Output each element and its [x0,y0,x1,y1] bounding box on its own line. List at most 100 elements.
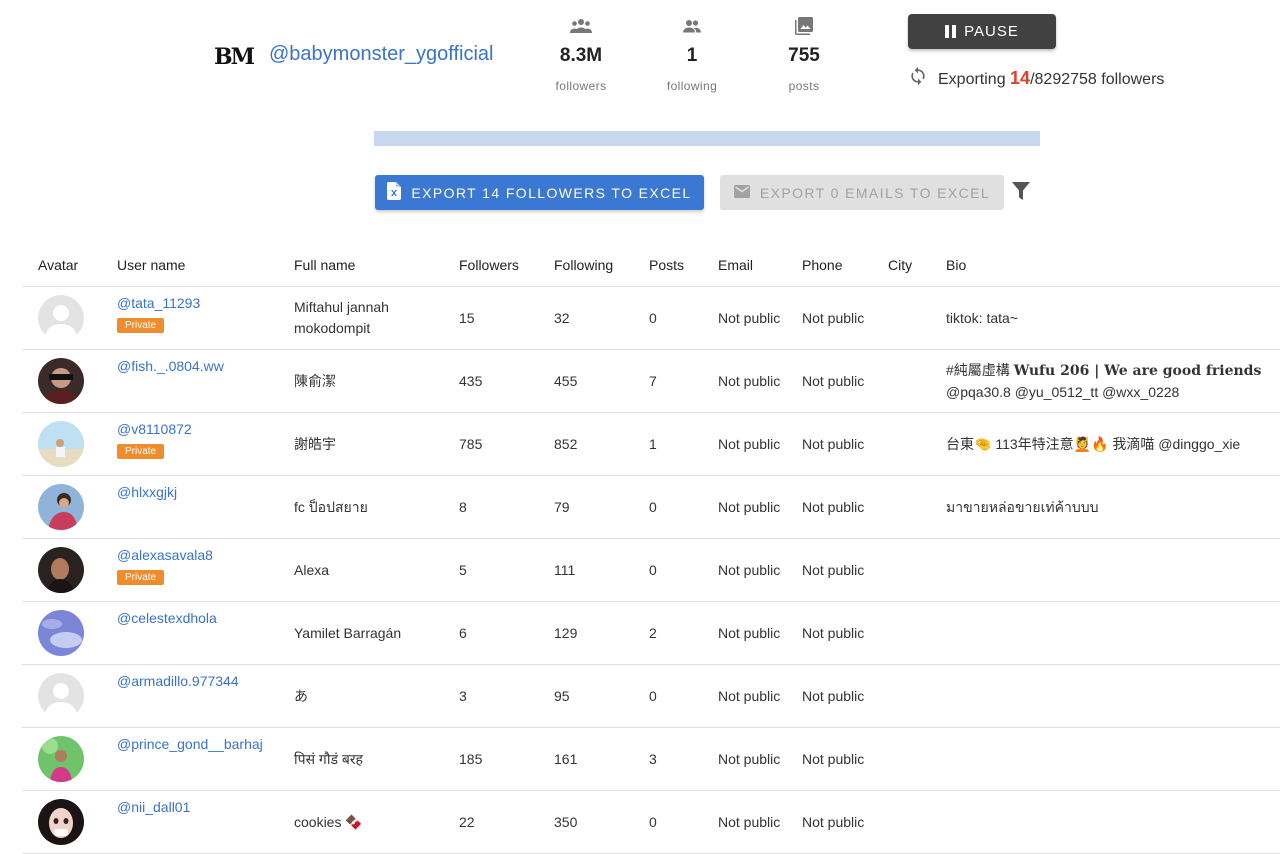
fullname-cell: Yamilet Barragán [294,601,459,665]
followers-label: followers [555,79,607,93]
phone-cell: Not public [802,601,888,665]
followers-cell: 8 [459,475,554,539]
username-link[interactable]: @v8110872 [117,419,294,439]
username-link[interactable]: @prince_gond__barhaj [117,734,294,754]
following-cell: 95 [554,664,649,728]
phone-cell: Not public [802,286,888,350]
avatar[interactable] [38,673,84,719]
fullname-cell: 謝皓宇 [294,412,459,476]
export-emails-label: EXPORT 0 EMAILS TO EXCEL [759,184,991,201]
header-posts[interactable]: Posts [649,243,718,287]
export-followers-button[interactable]: EXPORT 14 FOLLOWERS TO EXCEL [375,175,704,210]
phone-cell: Not public [802,475,888,539]
brand-logo: BM [214,44,255,70]
phone-cell: Not public [802,664,888,728]
fullname-cell: fc ป็อปสยาย [294,475,459,539]
header-avatar[interactable]: Avatar [22,243,117,287]
username-link[interactable]: @hlxxgjkj [117,482,294,502]
email-cell: Not public [718,349,802,413]
private-badge: Private [117,570,165,585]
city-cell [888,475,946,539]
email-cell: Not public [718,601,802,665]
following-cell: 32 [554,286,649,350]
pause-button[interactable]: PAUSE [908,14,1056,49]
posts-cell: 2 [649,601,718,665]
phone-cell: Not public [802,538,888,602]
avatar[interactable] [38,736,84,782]
bio-cell [946,538,1280,602]
fullname-cell: 陳俞潔 [294,349,459,413]
export-emails-button[interactable]: EXPORT 0 EMAILS TO EXCEL [720,175,1004,210]
pause-button-label: PAUSE [964,23,1019,40]
username-link[interactable]: @armadillo.977344 [117,671,294,691]
header-following[interactable]: Following [554,243,649,287]
following-cell: 455 [554,349,649,413]
export-current-count: 14 [1010,68,1031,88]
header-phone[interactable]: Phone [802,243,888,287]
filter-icon[interactable] [1012,181,1030,206]
header-username[interactable]: User name [117,243,294,287]
following-cell: 852 [554,412,649,476]
avatar[interactable] [38,799,84,845]
bio-cell: 台東🤏 113年特注意💆🔥 我滴喵 @dinggo_xie [946,412,1280,476]
posts-cell: 0 [649,664,718,728]
posts-label: posts [788,79,820,93]
pause-icon [945,25,957,38]
export-followers-label: EXPORT 14 FOLLOWERS TO EXCEL [411,184,692,201]
avatar[interactable] [38,358,84,404]
sync-icon [908,66,928,91]
profile-handle-link[interactable]: @babymonster_ygofficial [269,43,494,66]
following-cell: 161 [554,727,649,791]
stat-followers: 8.3M followers [521,15,641,93]
fullname-cell: Miftahul jannah mokodompit [294,286,459,350]
header-bio[interactable]: Bio [946,243,1280,287]
posts-cell: 0 [649,538,718,602]
city-cell [888,727,946,791]
table-row: @fish._.0804.ww 陳俞潔 435 455 7 Not public… [22,349,1280,413]
username-link[interactable]: @tata_11293 [117,293,294,313]
bio-cell [946,727,1280,791]
posts-count: 755 [788,45,820,66]
people-group-icon [521,15,641,37]
header-followers[interactable]: Followers [459,243,554,287]
username-link[interactable]: @celestexdhola [117,608,294,628]
posts-cell: 0 [649,475,718,539]
posts-cell: 1 [649,412,718,476]
avatar[interactable] [38,610,84,656]
email-cell: Not public [718,664,802,728]
avatar[interactable] [38,421,84,467]
bio-cell [946,664,1280,728]
avatar[interactable] [38,295,84,341]
header-city[interactable]: City [888,243,946,287]
followers-cell: 15 [459,286,554,350]
username-link[interactable]: @nii_dall01 [117,797,294,817]
phone-cell: Not public [802,412,888,476]
phone-cell: Not public [802,727,888,791]
following-count: 1 [686,45,698,66]
username-link[interactable]: @fish._.0804.ww [117,356,294,376]
username-link[interactable]: @alexasavala8 [117,545,294,565]
fullname-cell: Alexa [294,538,459,602]
posts-cell: 7 [649,349,718,413]
export-suffix: followers [1101,71,1165,88]
table-row: @celestexdhola Yamilet Barragán 6 129 2 … [22,601,1280,665]
email-cell: Not public [718,538,802,602]
table-header-row: Avatar User name Full name Followers Fol… [22,243,1280,287]
excel-file-icon [387,182,402,203]
mail-icon [733,184,750,201]
header-email[interactable]: Email [718,243,802,287]
city-cell [888,412,946,476]
city-cell [888,349,946,413]
city-cell [888,601,946,665]
avatar[interactable] [38,547,84,593]
following-cell: 111 [554,538,649,602]
email-cell: Not public [718,412,802,476]
stat-following: 1 following [632,15,752,93]
bio-cell: มาขายหล่อขายเท่ค้าบบบ [946,475,1280,539]
city-cell [888,538,946,602]
email-cell: Not public [718,475,802,539]
header-fullname[interactable]: Full name [294,243,459,287]
following-cell: 129 [554,601,649,665]
avatar[interactable] [38,484,84,530]
table-row: @tata_11293 Private Miftahul jannah mokod… [22,286,1280,350]
